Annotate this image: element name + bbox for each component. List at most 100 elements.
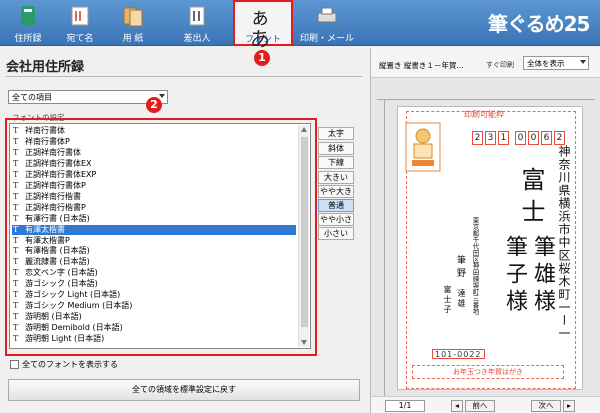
underline-button[interactable]: 下線 xyxy=(318,156,354,169)
first-page-button[interactable]: ◂ xyxy=(451,400,463,412)
font-list-item[interactable]: T 正調祥南行書体EX xyxy=(12,159,296,169)
scroll-thumb[interactable] xyxy=(301,137,308,327)
size-large-button[interactable]: 大きい xyxy=(318,171,354,184)
size-slightly-small-button[interactable]: やや小さい xyxy=(318,213,354,235)
recipient-name-1: 筆雄様 xyxy=(530,235,555,316)
font-list-item[interactable]: T 正調祥南行楷書P xyxy=(12,203,296,213)
font-list-item[interactable]: T 祥南行書体P xyxy=(12,137,296,147)
font-name: 游ゴシック Light (日本語) xyxy=(25,290,121,300)
item-select-dropdown[interactable]: 全ての項目 xyxy=(8,90,168,104)
zip-digit-box: 6 xyxy=(541,131,552,145)
font-list-item[interactable]: T 正調祥南行書体EXP xyxy=(12,170,296,180)
font-name: 祥南行書体P xyxy=(25,136,70,146)
font-name: 游ゴシック Medium (日本語) xyxy=(25,301,133,311)
prev-page-button[interactable]: 前へ xyxy=(465,400,495,412)
truetype-icon: T xyxy=(13,279,19,289)
truetype-icon: T xyxy=(13,180,19,190)
chevron-down-icon xyxy=(159,94,165,98)
truetype-icon: T xyxy=(13,213,19,223)
scroll-down-icon[interactable] xyxy=(301,340,307,345)
lottery-label: お年玉つき年賀はがき xyxy=(412,365,564,379)
font-icon: ぁあ xyxy=(250,5,270,51)
font-list[interactable]: T 祥南行書体 T 祥南行書体P T 正調祥南行書体 T 正調祥南行書体EX T 正調祥南行書体E… xyxy=(9,123,311,349)
font-name: 有澤太楷書P xyxy=(25,235,70,245)
next-page-button[interactable]: 次へ xyxy=(531,400,561,412)
font-list-item[interactable]: T 游明朝 (日本語) xyxy=(12,312,296,322)
font-list-item[interactable]: T 游ゴシック Light (日本語) xyxy=(12,290,296,300)
size-normal-button[interactable]: 普通 xyxy=(318,199,354,212)
font-list-item[interactable]: T 正調祥南行楷書 xyxy=(12,192,296,202)
step-badge-1: 1 xyxy=(254,50,270,66)
italic-button[interactable]: 斜体 xyxy=(318,142,354,155)
truetype-icon: T xyxy=(13,290,19,300)
toolbar-paper[interactable]: 用 紙 xyxy=(108,0,158,46)
font-list-item[interactable]: T 麗流隷書 (日本語) xyxy=(12,257,296,267)
truetype-icon: T xyxy=(13,169,19,179)
view-select[interactable]: 全体を表示 xyxy=(523,56,589,70)
address-card-icon xyxy=(71,6,89,26)
print-label: すぐ印刷 xyxy=(486,61,514,69)
toolbar-label: フォント xyxy=(244,35,281,45)
toolbar-label: 住所録 xyxy=(14,34,42,44)
truetype-icon: T xyxy=(13,202,19,212)
toolbar-label: 差出人 xyxy=(183,34,211,44)
size-slightly-large-button[interactable]: やや大きい xyxy=(318,185,354,207)
ruler-left xyxy=(377,100,385,396)
font-list-item[interactable]: T 游明朝 Demibold (日本語) xyxy=(12,323,296,333)
sender-name-2: 富士子 xyxy=(443,285,452,315)
font-name: 祥南行書体 xyxy=(25,126,65,135)
toolbar-print-mail[interactable]: 印刷・メール xyxy=(295,0,359,46)
truetype-icon: T xyxy=(13,136,19,146)
font-name: 正調祥南行書体EXP xyxy=(25,169,97,179)
postcard-preview[interactable]: 印刷可能枠 2310062 神奈川県横浜市中区桜木町一ー一 富士 筆雄様 筆子様… xyxy=(397,106,583,390)
step-badge-2: 2 xyxy=(146,97,162,113)
paper-icon xyxy=(123,7,143,27)
font-name: 正調祥南行楷書P xyxy=(25,202,86,212)
bold-button[interactable]: 太字 xyxy=(318,127,354,140)
scrollbar[interactable] xyxy=(298,125,309,347)
truetype-icon: T xyxy=(13,323,19,333)
sender-name-1: 筆野 xyxy=(455,255,465,281)
recipient-name-2: 筆子様 xyxy=(502,235,527,316)
ruler-top xyxy=(377,92,595,100)
font-list-item[interactable]: T 有澤楷書 (日本語) xyxy=(12,246,296,256)
reset-all-button[interactable]: 全ての領域を標準設定に戻す xyxy=(8,379,360,401)
page-title: 会社用住所録 xyxy=(6,60,85,75)
font-list-item[interactable]: T 恋文ペン字 (日本語) xyxy=(12,268,296,278)
main-toolbar: 住所録 宛て名 用 紙 差出人 ぁあ フォント 印刷・メール 筆ぐるめ25 xyxy=(0,0,600,51)
font-name: 有澤太楷書 xyxy=(25,224,65,234)
font-list-item[interactable]: T 正調祥南行書体 xyxy=(12,148,296,158)
font-list-item[interactable]: T 祥南行書体 xyxy=(12,126,296,136)
font-name: 正調祥南行書体EX xyxy=(25,158,92,168)
zip-digit-box: 0 xyxy=(528,131,539,145)
page-indicator: 1/1 xyxy=(385,400,425,412)
truetype-icon: T xyxy=(13,301,19,311)
toolbar-address-card[interactable]: 宛て名 xyxy=(55,0,105,46)
font-list-item[interactable]: T 游ゴシック Medium (日本語) xyxy=(12,301,296,311)
last-page-button[interactable]: ▸ xyxy=(563,400,575,412)
size-small-button[interactable]: 小さい xyxy=(318,227,354,240)
font-name: 恋文ペン字 (日本語) xyxy=(25,268,98,278)
font-list-item[interactable]: T 游ゴシック (日本語) xyxy=(12,279,296,289)
font-list-item[interactable]: T 正調祥南行書体P xyxy=(12,181,296,191)
toolbar-address-book[interactable]: 住所録 xyxy=(3,0,53,46)
toolbar-sender[interactable]: 差出人 xyxy=(172,0,222,46)
toolbar-font[interactable]: ぁあ フォント xyxy=(233,0,293,51)
font-list-item[interactable]: T 有澤太楷書P xyxy=(12,236,296,246)
truetype-icon: T xyxy=(13,312,19,322)
divider xyxy=(6,76,362,77)
printable-area-label: 印刷可能枠 xyxy=(464,110,504,119)
scroll-up-icon[interactable] xyxy=(301,127,307,132)
layout-mode[interactable]: 縦置き 縦書き１－年賀... xyxy=(379,60,464,71)
font-name: 正調祥南行楷書 xyxy=(25,191,81,201)
zip-digit-box: 2 xyxy=(554,131,565,145)
font-list-item[interactable]: T 有澤太楷書 xyxy=(12,224,296,235)
next-label: 次へ xyxy=(538,401,554,410)
font-name: 正調祥南行書体P xyxy=(25,180,86,190)
font-list-item[interactable]: T 有澤行書 (日本語) xyxy=(12,214,296,224)
font-list-item[interactable]: T 游明朝 Light (日本語) xyxy=(12,334,296,344)
show-all-fonts-checkbox[interactable] xyxy=(10,360,19,369)
truetype-icon: T xyxy=(13,147,19,157)
stamp-icon xyxy=(405,122,441,172)
recipient-address: 神奈川県横浜市中区桜木町一ー一 xyxy=(557,145,571,340)
